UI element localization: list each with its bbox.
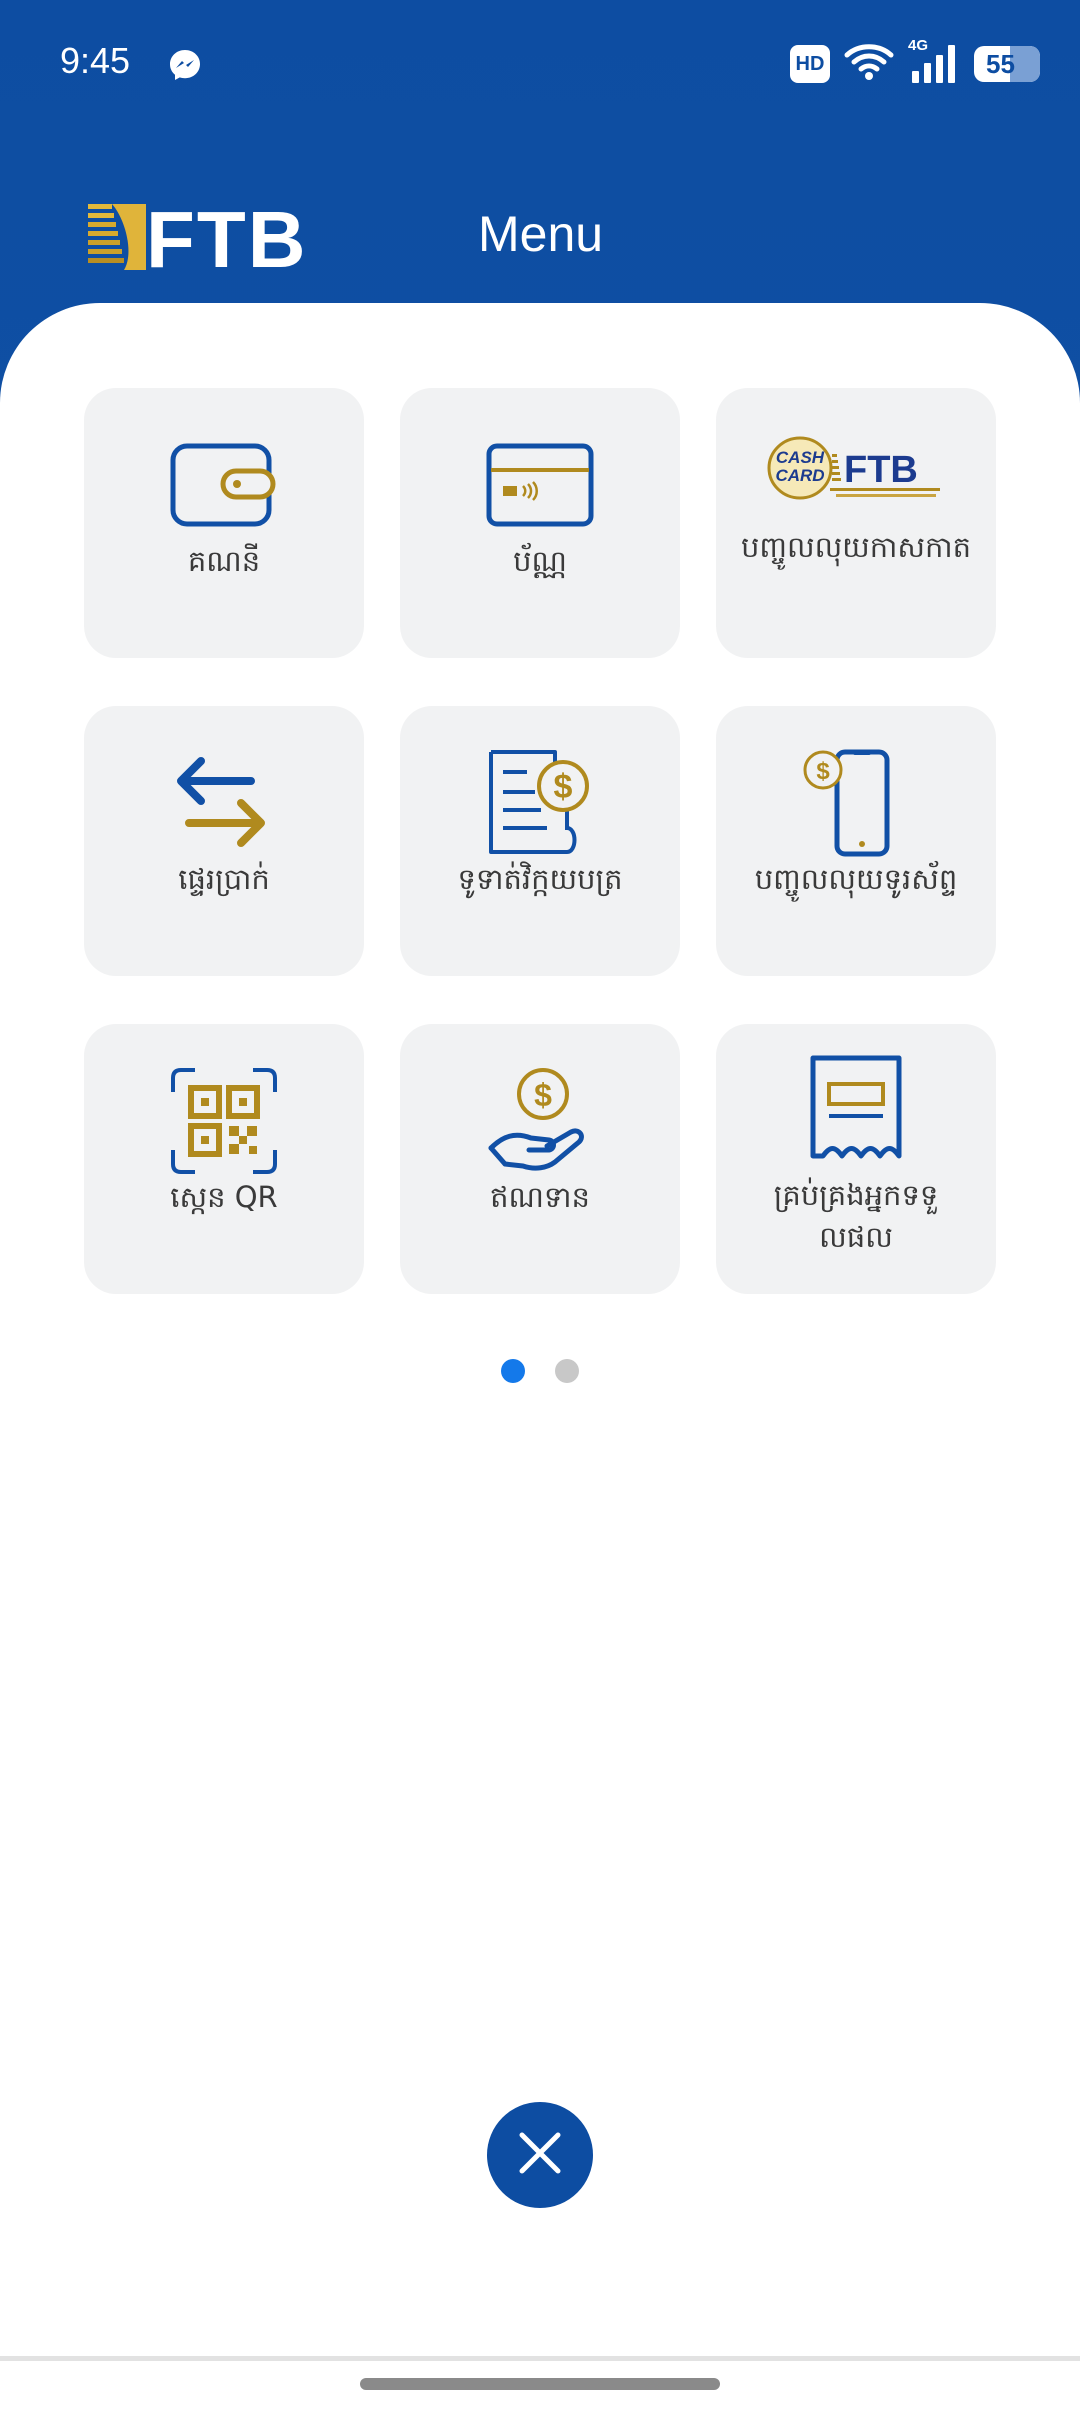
menu-item-card[interactable]: ប័ណ្ណ xyxy=(400,388,680,658)
menu-item-scan-qr[interactable]: ស្កេន QR xyxy=(84,1024,364,1294)
card-icon xyxy=(485,440,595,530)
svg-text:$: $ xyxy=(816,758,830,785)
logo-text: FTB xyxy=(146,195,308,284)
svg-text:CARD: CARD xyxy=(775,466,824,485)
battery-level-text: 55 xyxy=(986,48,1015,79)
menu-item-loan[interactable]: $ ឥណទាន xyxy=(400,1024,680,1294)
menu-item-label: គណនី xyxy=(187,544,261,578)
status-time: 9:45 xyxy=(60,40,131,81)
nav-divider xyxy=(0,2356,1080,2361)
home-indicator[interactable] xyxy=(360,2378,720,2390)
menu-item-mobile-topup[interactable]: $ បញ្ចូលលុយទូរស័ព្ទ xyxy=(716,706,996,976)
cash-card-logo-icon: CASH CARD FTB xyxy=(766,432,946,512)
menu-item-beneficiaries[interactable]: គ្រប់គ្រងអ្នកទទួលផល xyxy=(716,1024,996,1294)
page-indicator xyxy=(0,1359,1080,1383)
menu-item-account[interactable]: គណនី xyxy=(84,388,364,658)
loan-hand-icon: $ xyxy=(485,1068,595,1171)
page-dot-active[interactable] xyxy=(501,1359,525,1383)
page-title: Menu xyxy=(478,206,604,262)
mobile-topup-icon: $ xyxy=(801,749,911,857)
page-dot[interactable] xyxy=(555,1359,579,1383)
svg-text:$: $ xyxy=(554,768,573,806)
messenger-icon xyxy=(168,48,202,82)
svg-text:$: $ xyxy=(534,1077,552,1113)
menu-item-bill-payment[interactable]: $ ទូទាត់វិក្កយបត្រ xyxy=(400,706,680,976)
transfer-arrows-icon xyxy=(169,757,279,848)
ftb-logo: FTB xyxy=(88,195,318,284)
menu-item-label: ផ្ទេរប្រាក់ xyxy=(178,862,270,896)
svg-text:FTB: FTB xyxy=(844,449,918,491)
menu-grid: គណនី ប័ណ្ណ CASH CARD FTB បញ្ចូលលុយកាសកាត… xyxy=(84,388,996,1294)
menu-item-cash-card-topup[interactable]: CASH CARD FTB បញ្ចូលលុយកាសកាត xyxy=(716,388,996,658)
status-icons: HD 4G 55 xyxy=(790,37,1040,88)
wifi-icon xyxy=(844,42,894,86)
status-bar: 9:45 HD 4G 55 xyxy=(0,0,1080,130)
hd-badge: HD xyxy=(790,45,830,83)
menu-item-label: បញ្ចូលលុយទូរស័ព្ទ xyxy=(754,862,958,896)
bill-payment-icon: $ xyxy=(485,750,595,854)
menu-item-label: បញ្ចូលលុយកាសកាត xyxy=(740,530,972,564)
menu-item-label: ទូទាត់វិក្កយបត្រ xyxy=(457,862,623,896)
qr-scan-icon xyxy=(169,1068,279,1174)
signal-icon: 4G xyxy=(908,37,960,85)
wallet-icon xyxy=(169,440,279,530)
menu-item-label: គ្រប់គ្រងអ្នកទទួលផល xyxy=(773,1178,939,1254)
close-button[interactable] xyxy=(487,2102,593,2208)
beneficiary-receipt-icon xyxy=(801,1054,911,1164)
close-icon xyxy=(516,2129,564,2181)
menu-item-label: ប័ណ្ណ xyxy=(513,544,567,578)
menu-item-label: ស្កេន QR xyxy=(170,1180,278,1214)
menu-item-transfer[interactable]: ផ្ទេរប្រាក់ xyxy=(84,706,364,976)
battery-icon: 55 xyxy=(974,46,1040,82)
menu-item-label: ឥណទាន xyxy=(490,1180,590,1214)
svg-text:CASH: CASH xyxy=(776,448,825,467)
